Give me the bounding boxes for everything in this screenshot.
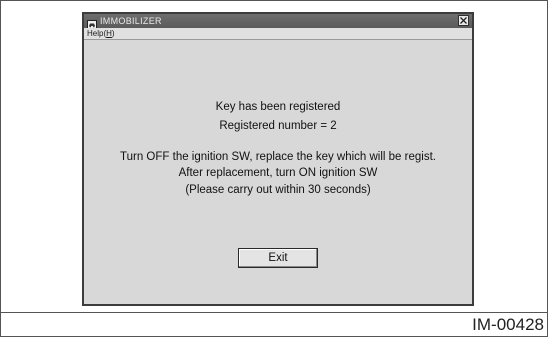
menu-help-suffix: ) <box>111 29 115 38</box>
dialog-content: Key has been registered Registered numbe… <box>84 40 472 304</box>
time-limit-note: (Please carry out within 30 seconds) <box>185 184 371 196</box>
close-button[interactable] <box>458 15 469 26</box>
figure-divider <box>0 312 548 313</box>
status-message: Key has been registered <box>215 101 341 113</box>
menu-item-help[interactable]: Help(H) <box>87 28 115 39</box>
car-key-icon <box>87 16 97 29</box>
menu-bar: Help(H) <box>84 28 472 40</box>
figure-id: IM-00428 <box>472 315 544 334</box>
close-icon <box>460 17 467 24</box>
instruction-text: Turn OFF the ignition SW, replace the ke… <box>120 151 436 163</box>
instruction-text-2: After replacement, turn ON ignition SW <box>178 167 378 179</box>
registered-number-text: Registered number = 2 <box>219 120 337 132</box>
exit-button[interactable]: Exit <box>238 248 318 268</box>
menu-help-label: Help( <box>87 29 107 38</box>
immobilizer-window: IMMOBILIZER Help(H) Key has been registe… <box>82 12 474 306</box>
window-title: IMMOBILIZER <box>100 16 162 26</box>
title-bar[interactable]: IMMOBILIZER <box>84 14 472 29</box>
